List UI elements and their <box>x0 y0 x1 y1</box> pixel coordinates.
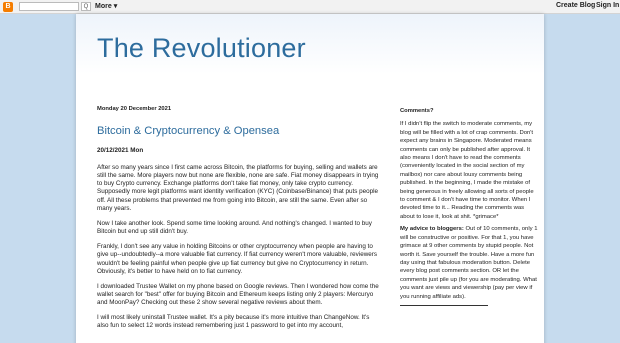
comments-text: If I didn't flip the switch to moderate … <box>400 121 534 220</box>
blogger-logo-icon[interactable]: B <box>3 2 13 12</box>
main-column: Monday 20 December 2021 Bitcoin & Crypto… <box>97 105 379 337</box>
blog-search-input[interactable] <box>19 2 79 11</box>
more-menu[interactable]: More ▾ <box>95 2 117 10</box>
advice-heading: My advice to bloggers: <box>400 226 464 233</box>
blogger-navbar: B Q More ▾ Create Blog Sign In <box>0 0 620 14</box>
blog-page: The Revolutioner Monday 20 December 2021… <box>76 14 544 343</box>
create-blog-link[interactable]: Create Blog <box>556 2 595 9</box>
advice-text: Out of 10 comments, only 1 will be const… <box>400 226 538 300</box>
blog-title[interactable]: The Revolutioner <box>97 33 306 64</box>
post-paragraph: After so many years since I first came a… <box>97 163 379 213</box>
sidebar: Comments? If I didn't flip the switch to… <box>400 107 538 310</box>
post-paragraph: Now I take another look. Spend some time… <box>97 219 372 236</box>
post-title-link[interactable]: Bitcoin & Cryptocurrency & Opensea <box>97 125 379 138</box>
chevron-down-icon: ▾ <box>113 3 118 10</box>
more-label: More <box>95 3 112 10</box>
post-paragraph: I downloaded Trustee Wallet on my phone … <box>97 282 379 307</box>
comments-heading: Comments? <box>400 108 434 114</box>
post-paragraph: I will most likely uninstall Trustee wal… <box>97 314 370 330</box>
post-date-line: 20/12/2021 Mon <box>97 147 144 155</box>
date-header: Monday 20 December 2021 <box>97 106 172 112</box>
sign-in-link[interactable]: Sign In <box>596 2 619 9</box>
search-button[interactable]: Q <box>81 2 91 11</box>
post-paragraph: Frankly, I don't see any value in holdin… <box>97 242 378 275</box>
divider <box>400 304 488 306</box>
post-body: After so many years since I first came a… <box>97 164 379 331</box>
advice-block: My advice to bloggers: Out of 10 comment… <box>400 225 538 301</box>
